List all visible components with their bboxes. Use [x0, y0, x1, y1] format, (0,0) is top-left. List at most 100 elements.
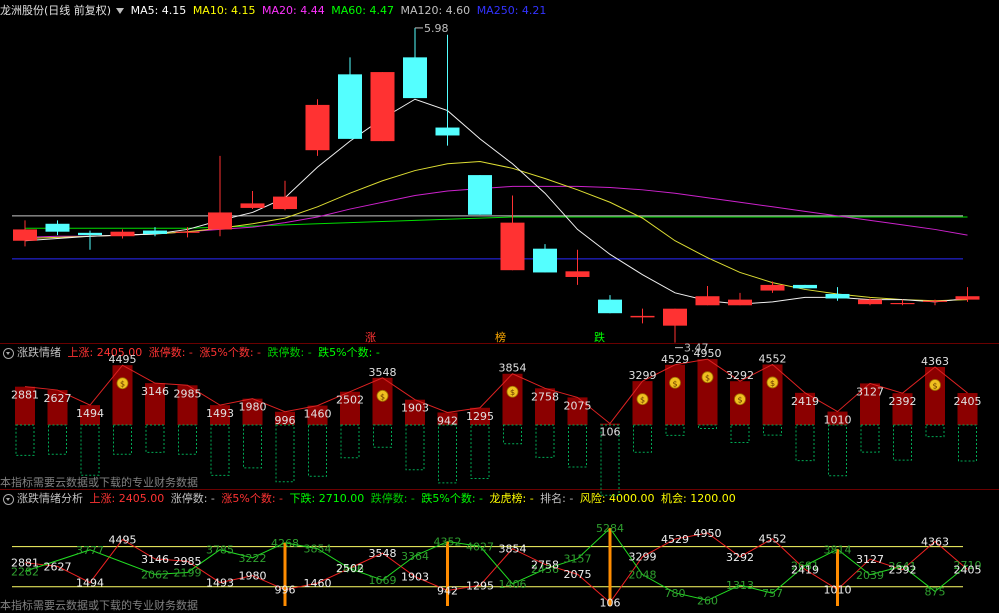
chevron-down-icon[interactable] — [116, 7, 125, 14]
up-value-label: 1493 — [206, 407, 234, 420]
down-bar — [763, 424, 782, 436]
down-bar — [665, 424, 685, 436]
down-value-label: 2062 — [141, 568, 169, 581]
candle-body — [695, 296, 720, 306]
down-bar — [633, 424, 652, 453]
high-mark-label: 5.98 — [424, 22, 449, 35]
down-bar — [308, 424, 327, 477]
ma10-line — [24, 161, 968, 302]
down-bar — [600, 424, 620, 496]
up-line — [24, 358, 968, 425]
up-value-label: 1295 — [466, 579, 494, 592]
money-bag-icon: $ — [672, 379, 677, 388]
up-bar — [892, 393, 913, 425]
down-bar — [145, 424, 165, 453]
up-bar — [502, 373, 523, 425]
up-bar — [242, 398, 263, 425]
money-bag-icon — [929, 379, 941, 391]
p3-opportunity: 机会: 1200.00 — [661, 492, 736, 505]
up-bar — [47, 390, 68, 425]
down-value-label: 3157 — [564, 553, 592, 566]
analysis-title[interactable]: 涨跌情绪分析 — [17, 492, 83, 505]
down-bar — [470, 424, 490, 480]
up-bar — [697, 359, 718, 425]
up-value-label: 3548 — [369, 366, 397, 379]
event-tag: 榜 — [495, 330, 506, 344]
up-value-label: 2502 — [336, 394, 364, 407]
up-bar — [470, 407, 490, 425]
down-bar — [48, 424, 67, 455]
candle-body — [923, 300, 947, 302]
up-bar — [762, 364, 783, 425]
up-value-label: 4529 — [661, 533, 689, 546]
up-value-label: 2419 — [791, 563, 819, 576]
p3-dragon-tiger: 龙虎榜: - — [489, 492, 534, 505]
money-bag-icon: $ — [737, 396, 742, 405]
p3-up: 上涨: 2405.00 — [89, 492, 165, 505]
candle-body — [793, 284, 817, 289]
up-value-label: 3146 — [141, 553, 169, 566]
up-value-label: 106 — [600, 596, 621, 609]
ma250-label: MA250: 4.21 — [476, 4, 547, 17]
sentiment-title[interactable]: 涨跌情绪 — [17, 346, 61, 359]
up-bar — [827, 411, 848, 425]
p3-down: 下跌: 2710.00 — [289, 492, 365, 505]
panel-divider — [0, 489, 999, 490]
up-value-label: 1493 — [206, 577, 234, 590]
up-value-label: 4363 — [921, 355, 949, 368]
p3-up5: 涨5%个数: - — [221, 492, 283, 505]
up-value-label: 1980 — [239, 401, 267, 414]
down-bar — [15, 424, 35, 456]
chart-canvas[interactable]: 5.983.47涨榜跌$$ $$$$$$ $2881 2627149444953146… — [0, 0, 999, 611]
down-value-label: 2641 — [889, 560, 917, 573]
money-bag-icon — [701, 371, 714, 384]
down-bar — [893, 424, 912, 461]
up-value-label: 1460 — [304, 408, 332, 421]
ma20-line — [24, 185, 968, 238]
stock-title[interactable]: 龙洲股份(日线 前复权) — [0, 4, 111, 17]
ma5-label: MA5: 4.15 — [130, 4, 187, 17]
up-value-label: 2075 — [564, 568, 592, 581]
up-value-label: 1494 — [76, 577, 104, 590]
candle-body — [208, 212, 232, 230]
up-value-label: 2419 — [791, 395, 819, 408]
down-bar — [503, 424, 522, 445]
candle-body — [305, 104, 330, 151]
down-bar — [80, 424, 100, 476]
collapse-icon[interactable] — [3, 493, 14, 505]
candle-body — [663, 308, 687, 326]
sentiment-analysis-header: 涨跌情绪分析 上涨: 2405.00 涨停数: - 涨5%个数: - 下跌: 2… — [0, 491, 739, 507]
up-value-label: 1010 — [824, 584, 852, 597]
up-value-label: 1295 — [466, 410, 494, 423]
candle-body — [273, 196, 297, 210]
collapse-icon[interactable] — [3, 347, 14, 359]
ma10-label: MA10: 4.15 — [192, 4, 256, 17]
up-bar — [80, 405, 100, 425]
down-bar — [860, 424, 880, 453]
up-value-label: 942 — [437, 584, 458, 597]
up-bar — [632, 381, 653, 425]
up-value-label: 3854 — [499, 362, 527, 375]
down-value-label: 4268 — [271, 537, 299, 550]
down-value-label: 1313 — [726, 579, 754, 592]
up-value-label: 4363 — [921, 535, 949, 548]
up-value-label: 3299 — [629, 369, 657, 382]
up-bar — [340, 391, 360, 425]
up-bar — [665, 364, 685, 425]
candle-body — [78, 232, 102, 236]
candle-body — [240, 203, 265, 208]
up-value-label: 4495 — [109, 534, 137, 547]
p3-risk: 风险: 4000.00 — [579, 492, 655, 505]
down-bar — [958, 424, 977, 462]
candle-body — [45, 223, 70, 232]
down-value-label: 4352 — [434, 536, 462, 549]
up-value-label: 1903 — [401, 571, 429, 584]
down-bar — [373, 424, 392, 448]
candle-body — [728, 299, 752, 306]
up-value-label: 1903 — [401, 402, 429, 415]
down-value-label: 3222 — [239, 552, 267, 565]
up-bar — [730, 381, 750, 425]
p3-rank: 排名: - — [540, 492, 574, 505]
candle-body — [955, 296, 980, 300]
candle-body — [468, 175, 492, 215]
